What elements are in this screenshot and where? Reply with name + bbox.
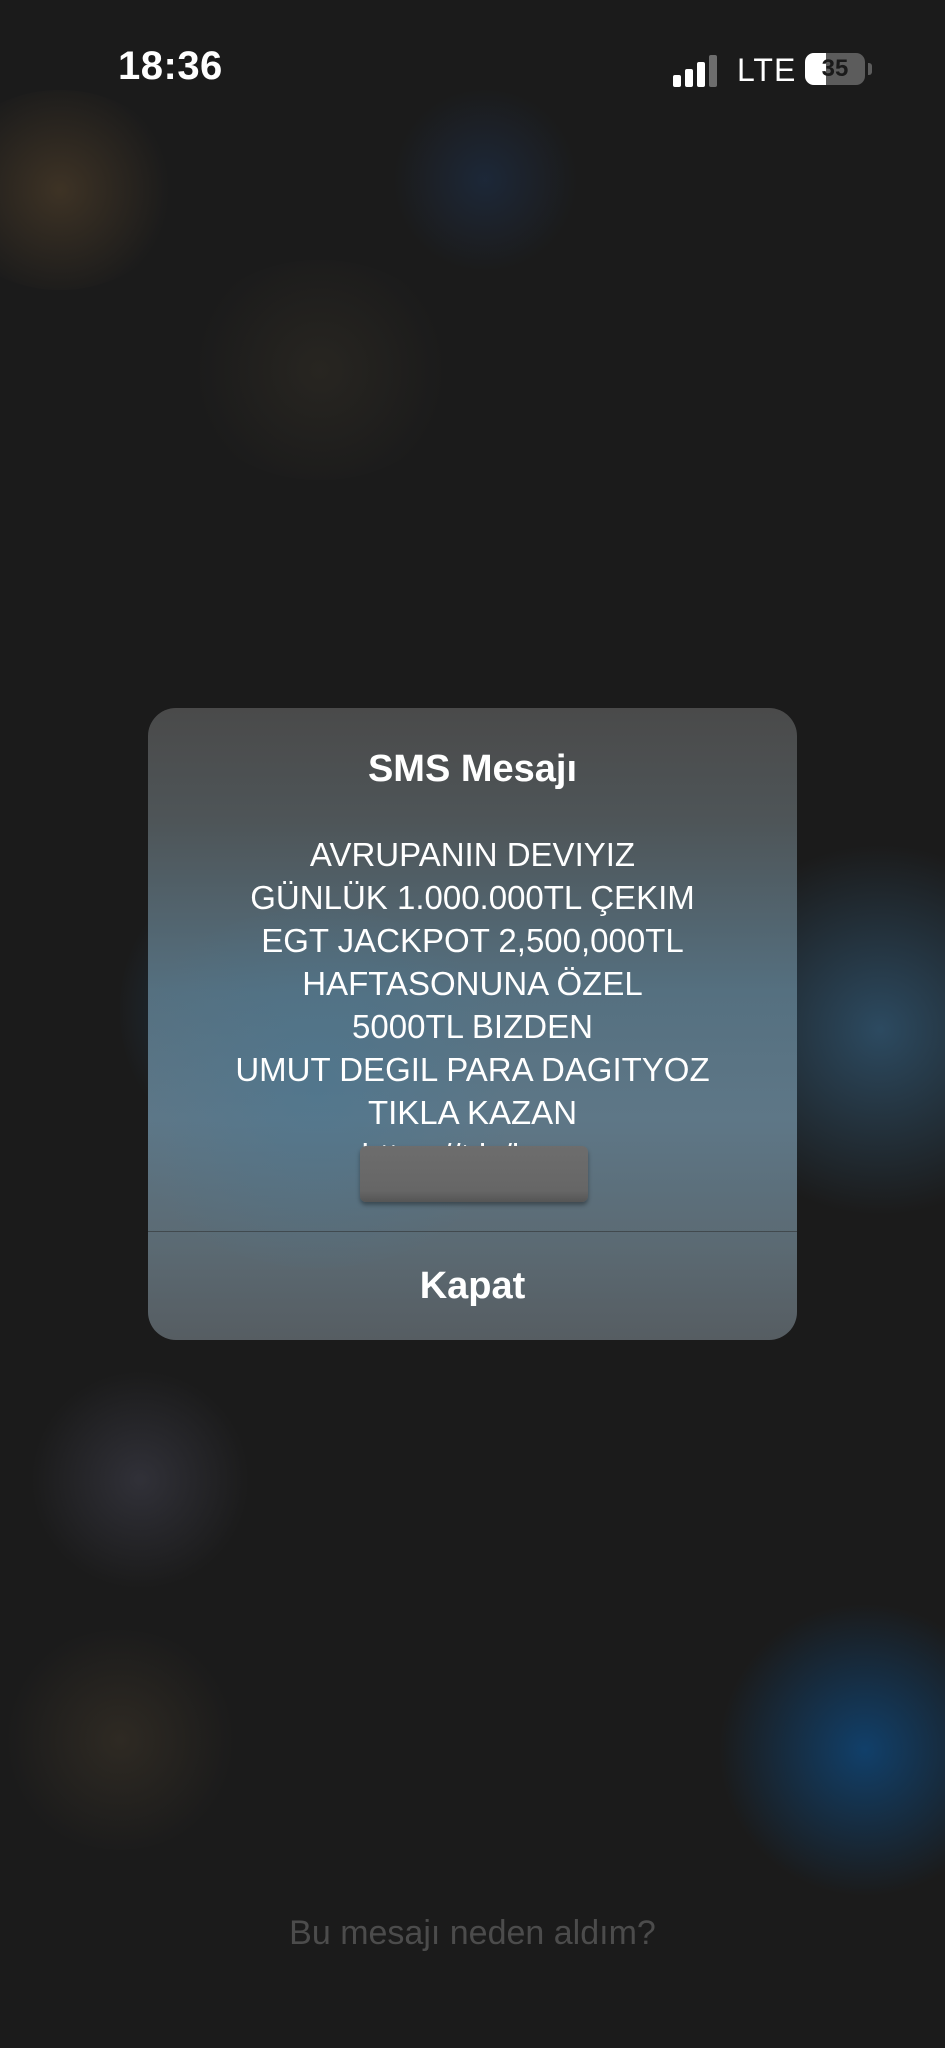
- background-blur-light: [720, 1600, 945, 1900]
- alert-title: SMS Mesajı: [367, 748, 578, 790]
- alert-message-line: EGT JACKPOT 2,500,000TL: [261, 922, 684, 959]
- battery-cap: [868, 63, 872, 75]
- alert-message-line: AVRUPANIN DEVIYIZ: [309, 836, 636, 873]
- background-blur-light: [180, 260, 460, 480]
- status-time: 18:36: [118, 44, 223, 88]
- alert-message: AVRUPANIN DEVIYIZ GÜNLÜK 1.000.000TL ÇEKI…: [148, 833, 797, 1177]
- sms-alert-dialog: SMS Mesajı AVRUPANIN DEVIYIZ GÜNLÜK 1.000…: [148, 708, 797, 1340]
- background-blur-light: [0, 1630, 240, 1850]
- background-blur-light: [390, 90, 580, 270]
- why-received-link[interactable]: Bu mesajı neden aldım?: [0, 1914, 945, 1953]
- background-blur-light: [0, 90, 180, 290]
- alert-message-line: 5000TL BIZDEN: [352, 1008, 593, 1045]
- alert-message-line: UMUT DEGIL PARA DAGITYOZ: [235, 1051, 710, 1088]
- network-type: LTE: [737, 52, 797, 88]
- redaction-overlay: [360, 1146, 588, 1202]
- cellular-signal-icon: [673, 55, 721, 87]
- battery-icon: 35: [805, 53, 865, 85]
- alert-message-line: HAFTASONUNA ÖZEL: [302, 965, 643, 1002]
- alert-message-line: GÜNLÜK 1.000.000TL ÇEKIM: [250, 879, 695, 916]
- lock-screen: 18:36 LTE 35 SMS Mesajı AVRUPANIN DEVIYI…: [0, 0, 945, 2048]
- battery-level: 35: [821, 55, 849, 82]
- alert-message-line: TIKLA KAZAN: [367, 1094, 578, 1131]
- background-blur-light: [30, 1370, 250, 1590]
- dismiss-button[interactable]: Kapat: [148, 1232, 797, 1340]
